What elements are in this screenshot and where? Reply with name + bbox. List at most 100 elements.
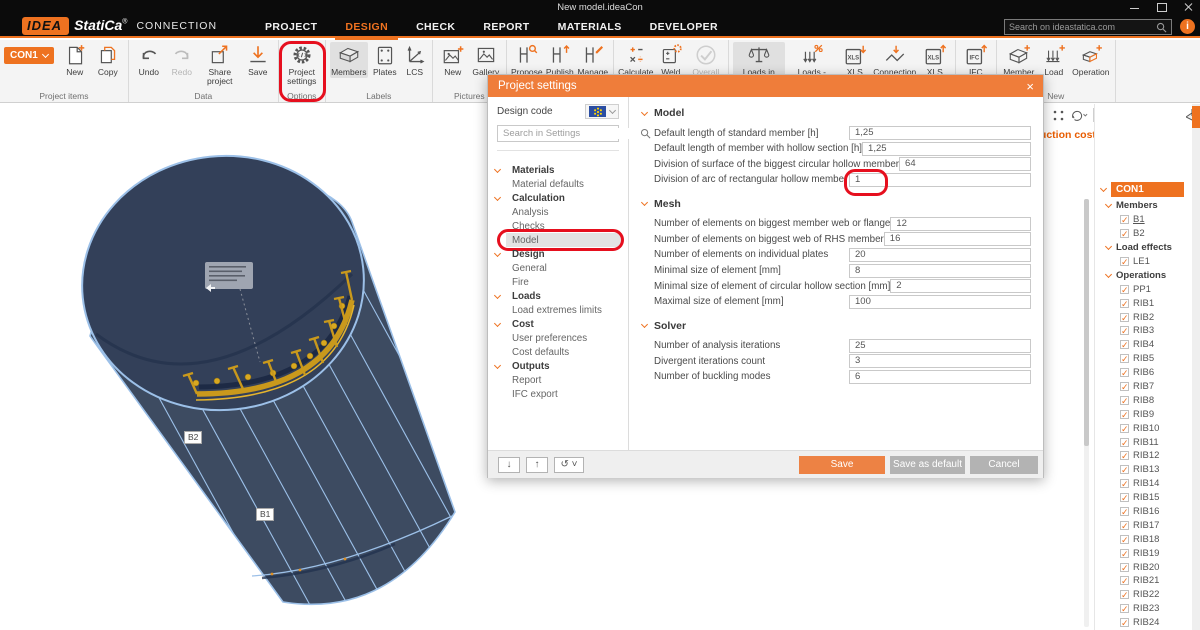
menu-tab[interactable]: PROJECT bbox=[255, 16, 327, 38]
ifc-export-button[interactable]: IFC IFC bbox=[960, 42, 992, 78]
settings-nav-item[interactable]: Load extremes limits bbox=[506, 303, 622, 317]
checkbox-checked[interactable]: ✓ bbox=[1120, 563, 1129, 572]
checkbox-checked[interactable]: ✓ bbox=[1120, 507, 1129, 516]
checkbox-checked[interactable]: ✓ bbox=[1120, 535, 1129, 544]
settings-nav-item[interactable]: Calculation bbox=[506, 191, 622, 205]
tree-item[interactable]: ✓ B2 bbox=[1095, 227, 1180, 241]
tree-item[interactable]: ✓ RIB21 bbox=[1095, 574, 1180, 588]
tree-item[interactable]: ✓ RIB22 bbox=[1095, 588, 1180, 602]
labels-members-toggle[interactable]: Members bbox=[330, 42, 368, 78]
checkbox-checked[interactable]: ✓ bbox=[1120, 493, 1129, 502]
field-input[interactable]: 6 bbox=[849, 370, 1031, 384]
copy-project-item-button[interactable]: Copy bbox=[92, 42, 124, 78]
new-picture-button[interactable]: New bbox=[437, 42, 469, 78]
tree-root-con1[interactable]: CON1 bbox=[1111, 182, 1184, 197]
tree-item[interactable]: ✓ Operations bbox=[1095, 268, 1180, 282]
propose-button[interactable]: Propose bbox=[511, 42, 543, 78]
labels-lcs-toggle[interactable]: LCS bbox=[402, 42, 428, 78]
dialog-close-button[interactable]: × bbox=[1026, 80, 1034, 93]
tree-item[interactable]: ✓ B1 bbox=[1095, 213, 1180, 227]
member-tag-b1[interactable]: B1 bbox=[256, 508, 274, 521]
tree-item[interactable]: ✓ Members bbox=[1095, 199, 1180, 213]
settings-search-input[interactable] bbox=[498, 128, 640, 139]
settings-nav-item[interactable]: Outputs bbox=[506, 359, 622, 373]
checkbox-checked[interactable]: ✓ bbox=[1120, 326, 1129, 335]
labels-toggle-button[interactable] bbox=[1049, 106, 1067, 124]
tree-item[interactable]: ✓ RIB20 bbox=[1095, 560, 1180, 574]
menu-tab[interactable]: CHECK bbox=[406, 16, 465, 38]
checkbox-checked[interactable]: ✓ bbox=[1120, 340, 1129, 349]
checkbox-checked[interactable]: ✓ bbox=[1120, 354, 1129, 363]
checkbox-checked[interactable]: ✓ bbox=[1120, 299, 1129, 308]
settings-nav-item[interactable]: Report bbox=[506, 373, 622, 387]
save-as-default-button[interactable]: Save as default bbox=[890, 456, 965, 474]
member-tag-b2[interactable]: B2 bbox=[184, 431, 202, 444]
field-input[interactable]: 1,25 bbox=[862, 142, 1031, 156]
settings-nav-item[interactable]: Loads bbox=[506, 289, 622, 303]
tree-item[interactable]: ✓ RIB1 bbox=[1095, 296, 1180, 310]
tree-item[interactable]: ✓ RIB24 bbox=[1095, 616, 1180, 630]
tree-root-row[interactable]: CON1 bbox=[1095, 181, 1186, 197]
field-input[interactable]: 8 bbox=[849, 264, 1031, 278]
search-input[interactable] bbox=[1005, 22, 1156, 32]
checkbox-checked[interactable]: ✓ bbox=[1120, 382, 1129, 391]
settings-nav-item[interactable]: Model bbox=[506, 233, 622, 247]
tree-item[interactable]: ✓ LE1 bbox=[1095, 255, 1180, 269]
menu-tab[interactable]: MATERIALS bbox=[548, 16, 632, 38]
rotate-view-button[interactable] bbox=[1070, 106, 1088, 124]
dialog-titlebar[interactable]: Project settings × bbox=[488, 75, 1043, 97]
tree-item[interactable]: ✓ RIB14 bbox=[1095, 477, 1180, 491]
field-input[interactable]: 25 bbox=[849, 339, 1031, 353]
tree-item[interactable]: ✓ PP1 bbox=[1095, 282, 1180, 296]
settings-nav-item[interactable]: Materials bbox=[506, 163, 622, 177]
tree-item[interactable]: ✓ Load effects bbox=[1095, 241, 1180, 255]
checkbox-checked[interactable]: ✓ bbox=[1120, 424, 1129, 433]
settings-nav-item[interactable]: IFC export bbox=[506, 387, 622, 401]
field-input[interactable]: 3 bbox=[849, 354, 1031, 368]
reset-button[interactable]: ↺ ˅ bbox=[554, 457, 584, 473]
checkbox-checked[interactable]: ✓ bbox=[1120, 368, 1129, 377]
checkbox-checked[interactable]: ✓ bbox=[1120, 257, 1129, 266]
checkbox-checked[interactable]: ✓ bbox=[1120, 549, 1129, 558]
field-input[interactable]: 20 bbox=[849, 248, 1031, 262]
labels-plates-toggle[interactable]: Plates bbox=[369, 42, 401, 78]
redo-button[interactable]: Redo bbox=[166, 42, 198, 87]
save-button[interactable]: Save bbox=[242, 42, 274, 87]
close-button[interactable] bbox=[1183, 2, 1194, 12]
tree-item[interactable]: ✓ RIB10 bbox=[1095, 421, 1180, 435]
new-member-button[interactable]: Member bbox=[1001, 42, 1037, 78]
tree-item[interactable]: ✓ RIB13 bbox=[1095, 463, 1180, 477]
project-settings-button[interactable]: Project settings bbox=[283, 42, 321, 87]
settings-nav-item[interactable]: User preferences bbox=[506, 331, 622, 345]
tree-scrollbar[interactable] bbox=[1084, 199, 1089, 627]
checkbox-checked[interactable]: ✓ bbox=[1120, 521, 1129, 530]
tree-item[interactable]: ✓ RIB23 bbox=[1095, 602, 1180, 616]
design-code-select[interactable] bbox=[585, 104, 619, 119]
tree-item[interactable]: ✓ RIB2 bbox=[1095, 310, 1180, 324]
move-up-button[interactable]: ↑ bbox=[526, 457, 548, 473]
checkbox-checked[interactable]: ✓ bbox=[1120, 479, 1129, 488]
tree-item[interactable]: ✓ RIB3 bbox=[1095, 324, 1180, 338]
checkbox-checked[interactable]: ✓ bbox=[1120, 465, 1129, 474]
settings-nav-item[interactable]: Material defaults bbox=[506, 177, 622, 191]
field-input[interactable]: 16 bbox=[884, 232, 1031, 246]
checkbox-checked[interactable]: ✓ bbox=[1120, 285, 1129, 294]
tree-item[interactable]: ✓ RIB18 bbox=[1095, 532, 1180, 546]
tree-scrollbar-thumb[interactable] bbox=[1084, 199, 1089, 446]
checkbox-checked[interactable]: ✓ bbox=[1120, 229, 1129, 238]
save-settings-button[interactable]: Save bbox=[799, 456, 885, 474]
settings-nav-item[interactable]: Fire bbox=[506, 275, 622, 289]
checkbox-checked[interactable]: ✓ bbox=[1120, 576, 1129, 585]
field-input[interactable]: 1 bbox=[849, 173, 1031, 187]
menu-tab[interactable]: DEVELOPER bbox=[640, 16, 728, 38]
new-load-button[interactable]: Load bbox=[1038, 42, 1070, 78]
new-operation-button[interactable]: Operation bbox=[1071, 42, 1111, 78]
tree-item[interactable]: ✓ RIB19 bbox=[1095, 546, 1180, 560]
settings-nav-item[interactable]: Cost bbox=[506, 317, 622, 331]
tree-item[interactable]: ✓ RIB9 bbox=[1095, 407, 1180, 421]
tree-item[interactable]: ✓ RIB5 bbox=[1095, 352, 1180, 366]
share-project-button[interactable]: Share project bbox=[199, 42, 241, 87]
tree-item[interactable]: ✓ RIB7 bbox=[1095, 380, 1180, 394]
field-input[interactable]: 1,25 bbox=[849, 126, 1031, 140]
checkbox-checked[interactable]: ✓ bbox=[1120, 215, 1129, 224]
